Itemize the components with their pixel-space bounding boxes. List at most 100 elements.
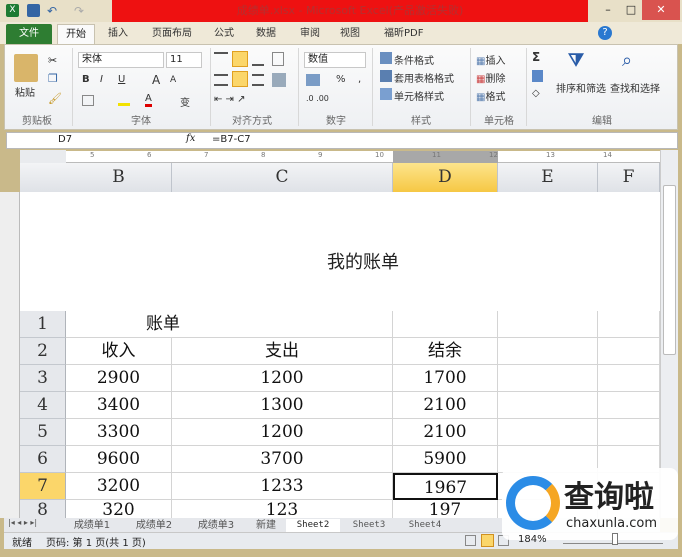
autosum-button[interactable]: Σ [532,50,540,64]
paste-icon[interactable] [14,54,38,82]
normal-view-icon[interactable] [465,535,476,546]
decimal-icon[interactable]: .0 .00 [306,94,329,103]
cell-d1[interactable] [393,311,498,338]
copy-icon[interactable]: ❐ [48,72,58,85]
align-top-icon[interactable] [214,52,228,66]
sheet-tab[interactable]: Sheet4 [398,519,452,532]
cell-c1[interactable] [172,311,393,338]
grow-font-button[interactable]: A [152,73,160,87]
cell-f3[interactable] [598,365,660,392]
sheet-nav-arrows[interactable]: |◂ ◂ ▸ ▸| [8,518,37,527]
cell-c4[interactable]: 1300 [172,392,393,419]
column-header-e[interactable]: E [498,163,598,192]
phonetic-button[interactable]: 变 [180,94,190,109]
sort-filter-button[interactable]: 排序和筛选 [556,80,606,95]
cell-b8[interactable]: 320 [66,500,172,520]
underline-button[interactable]: U [118,74,125,85]
format-cells-button[interactable]: ▦格式 [476,88,505,103]
fill-icon[interactable] [532,70,543,82]
insert-cells-button[interactable]: ▦插入 [476,52,505,67]
cell-d7[interactable]: 1967 [393,473,498,500]
fx-button[interactable]: fx [186,133,195,144]
page-layout-view-icon[interactable] [481,534,494,547]
tab-review[interactable]: 审阅 [300,24,320,44]
format-painter-icon[interactable]: 🖌 [48,92,62,105]
maximize-button[interactable]: □ [620,0,642,20]
align-middle-icon[interactable] [232,51,248,67]
sheet-tab[interactable]: 成绩单3 [186,519,246,532]
tab-foxit-pdf[interactable]: 福昕PDF [384,24,423,44]
cell-d5[interactable]: 2100 [393,419,498,446]
wrap-text-icon[interactable] [272,52,284,66]
comma-button[interactable]: , [358,74,361,85]
tab-view[interactable]: 视图 [340,24,360,44]
row-header-7[interactable]: 7 [20,473,66,500]
row-header-3[interactable]: 3 [20,365,66,392]
cell-d4[interactable]: 2100 [393,392,498,419]
scrollbar-thumb[interactable] [663,185,676,355]
cell-f2[interactable] [598,338,660,365]
cell-e2[interactable] [498,338,598,365]
shrink-font-button[interactable]: A [170,75,176,85]
font-name-select[interactable]: 宋体 [78,52,164,68]
font-size-select[interactable]: 11 [166,52,202,68]
sheet-tab[interactable]: 新建 [248,519,284,532]
cell-d6[interactable]: 5900 [393,446,498,473]
formula-input[interactable]: =B7-C7 [212,134,251,145]
row-header-2[interactable]: 2 [20,338,66,365]
cell-f4[interactable] [598,392,660,419]
delete-cells-button[interactable]: ▦删除 [476,70,505,85]
cell-c6[interactable]: 3700 [172,446,393,473]
number-format-select[interactable]: 数值 [304,52,366,68]
merge-center-icon[interactable] [272,73,286,87]
column-header-c[interactable]: C [172,163,393,192]
conditional-format-button[interactable]: 条件格式 [394,52,434,67]
cell-c3[interactable]: 1200 [172,365,393,392]
undo-icon[interactable]: ↶ [47,4,60,18]
cell-e1[interactable] [498,311,598,338]
row-header-1[interactable]: 1 [20,311,66,338]
currency-icon[interactable] [306,74,320,86]
bold-button[interactable]: B [82,74,90,85]
row-header-6[interactable]: 6 [20,446,66,473]
row-header-8[interactable]: 8 [20,500,66,520]
cell-d8[interactable]: 197 [393,500,498,520]
cell-b3[interactable]: 2900 [66,365,172,392]
cell-styles-button[interactable]: 单元格样式 [394,88,444,103]
cell-c7[interactable]: 1233 [172,473,393,500]
cell-d3[interactable]: 1700 [393,365,498,392]
cell-c5[interactable]: 1200 [172,419,393,446]
sheet-tab[interactable]: 成绩单1 [62,519,122,532]
indent-icon[interactable]: ⇤ ⇥ ↗ [214,94,246,105]
percent-button[interactable]: % [336,74,346,85]
tab-formulas[interactable]: 公式 [214,24,234,44]
cut-icon[interactable]: ✂ [48,54,57,67]
cell-f5[interactable] [598,419,660,446]
cell-b4[interactable]: 3400 [66,392,172,419]
font-color-button[interactable]: A [145,93,152,107]
cell-f1[interactable] [598,311,660,338]
tab-file[interactable]: 文件 [6,24,52,44]
cell-b1[interactable]: 账单 [66,311,180,338]
help-icon[interactable]: ? [598,26,612,40]
page-header[interactable]: 我的账单 [66,248,660,274]
column-header-b[interactable]: B [66,163,172,192]
cell-e5[interactable] [498,419,598,446]
tab-insert[interactable]: 插入 [108,24,128,44]
tab-data[interactable]: 数据 [256,24,276,44]
column-header-f[interactable]: F [598,163,660,192]
align-center-icon[interactable] [232,71,248,87]
minimize-button[interactable]: – [596,0,620,20]
align-right-icon[interactable] [252,74,264,86]
sheet-tab[interactable]: 成绩单2 [124,519,184,532]
cell-e3[interactable] [498,365,598,392]
paste-button[interactable]: 粘贴 [15,84,35,99]
row-header-4[interactable]: 4 [20,392,66,419]
cell-e4[interactable] [498,392,598,419]
format-as-table-button[interactable]: 套用表格格式 [394,70,454,85]
sheet-tab[interactable]: Sheet3 [342,519,396,532]
cell-b2[interactable]: 收入 [66,338,172,365]
zoom-level[interactable]: 184% [518,534,547,545]
name-box[interactable]: D7 [58,134,72,145]
column-header-d[interactable]: D [393,163,498,192]
